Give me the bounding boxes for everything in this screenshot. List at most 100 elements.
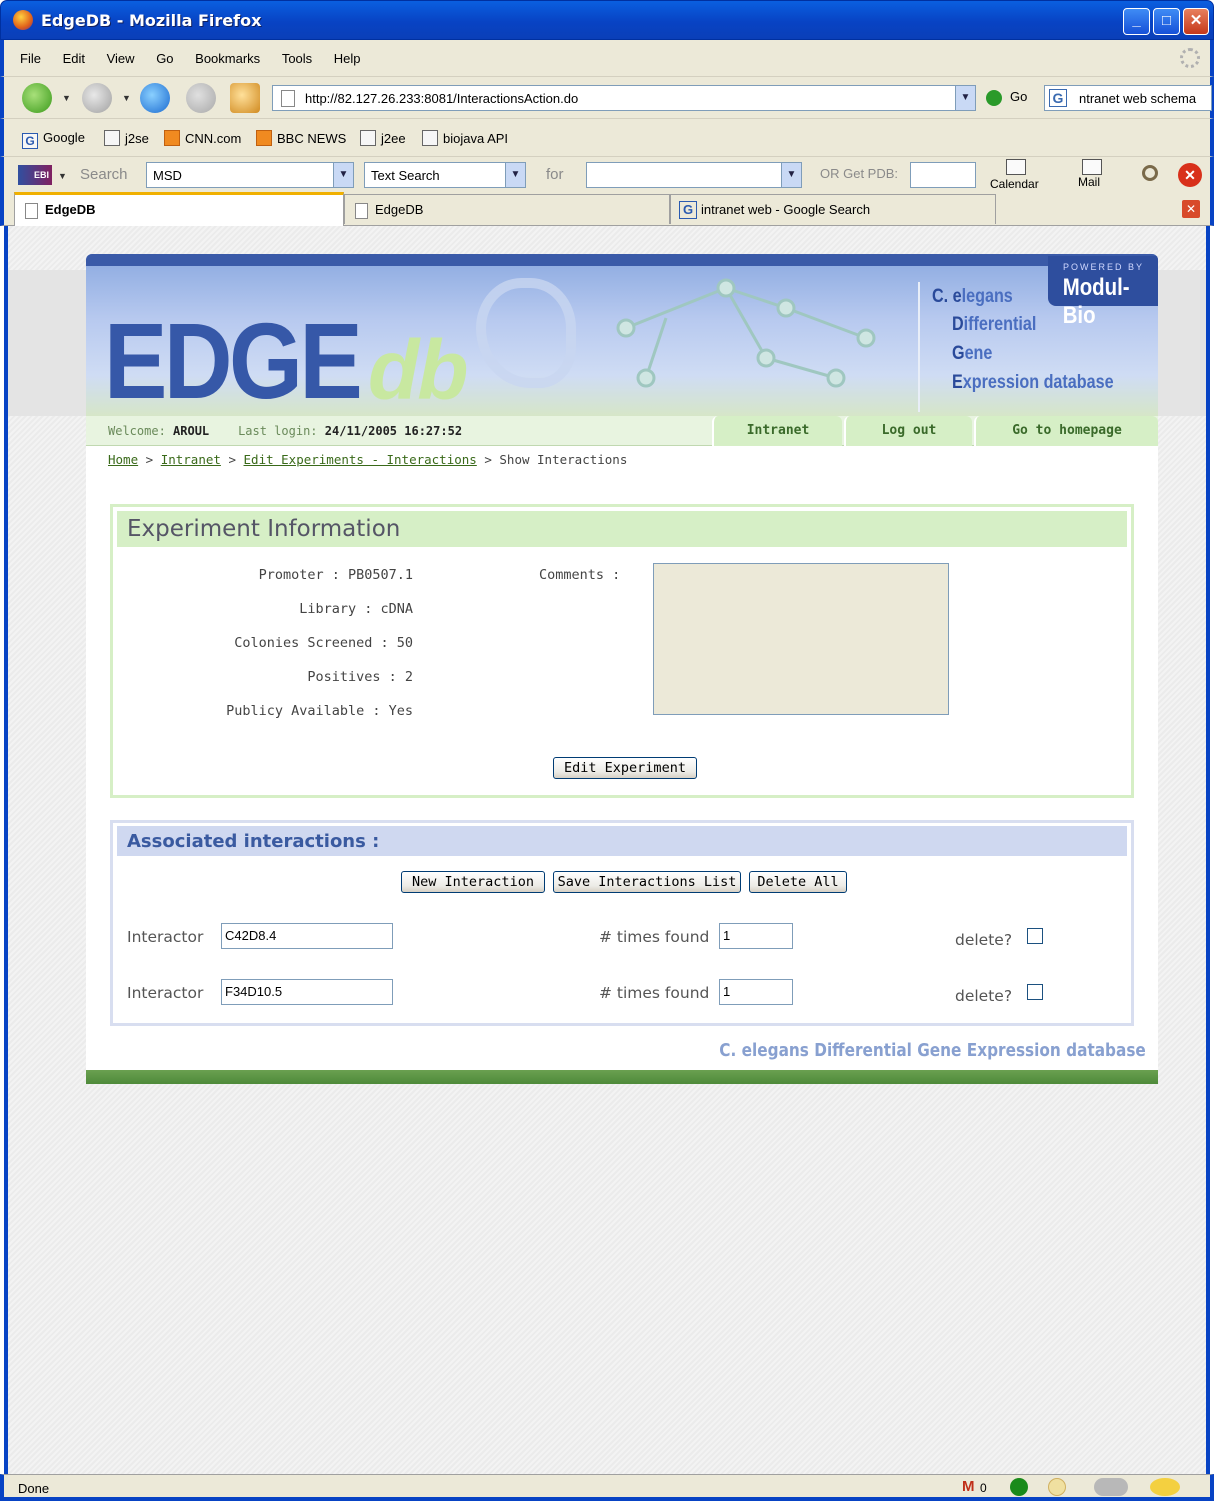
menu-go[interactable]: Go [156,51,173,66]
go-button[interactable]: Go [986,89,1027,106]
stop-icon[interactable] [186,83,216,113]
breadcrumb-edit-experiments[interactable]: Edit Experiments - Interactions [244,452,477,467]
interactor-label: Interactor [127,928,204,946]
acronym-rest: xpression database [962,372,1114,393]
weather-sun-icon[interactable] [1150,1478,1180,1496]
menu-tools[interactable]: Tools [282,51,312,66]
google-search-box[interactable]: G ntranet web schema [1044,85,1212,111]
times-found-label: # times found [599,984,710,1002]
menu-edit[interactable]: Edit [63,51,85,66]
tab-google-search[interactable]: G intranet web - Google Search [670,194,996,224]
acronym-initial: D [952,314,964,335]
interactions-heading: Associated interactions : [117,826,1127,856]
delete-checkbox[interactable] [1027,984,1043,1000]
powered-by-badge[interactable]: POWERED BY Modul-Bio [1048,256,1158,329]
url-bar[interactable]: http://82.127.26.233:8081/InteractionsAc… [272,85,976,111]
last-login-label: Last login: [238,424,318,438]
page-icon [422,130,438,146]
edit-experiment-button[interactable]: Edit Experiment [553,757,697,779]
menu-bookmarks[interactable]: Bookmarks [195,51,260,66]
reload-icon[interactable] [140,83,170,113]
url-dropdown-icon[interactable]: ▼ [955,86,975,110]
status-text: Done [18,1481,50,1496]
database-select[interactable]: MSD ▼ [146,162,354,188]
bookmark-google[interactable]: G Google [22,130,85,149]
page-icon [355,203,368,219]
throbber-icon [1180,48,1200,68]
forward-icon[interactable] [82,83,112,113]
search-type-select[interactable]: Text Search ▼ [364,162,526,188]
ebi-logo-icon[interactable]: EBI [18,165,52,185]
bookmark-bbc[interactable]: BBC NEWS [256,130,346,146]
comments-textarea[interactable] [653,563,949,715]
times-found-label: # times found [599,928,710,946]
close-toolbar-icon[interactable]: ✕ [1178,163,1202,187]
for-input[interactable]: ▼ [586,162,802,188]
new-interaction-button[interactable]: New Interaction [401,871,545,893]
acronym-line-3: Gene [952,343,992,365]
home-icon[interactable] [230,83,260,113]
experiment-info-panel: Experiment Information Promoter : PB0507… [110,504,1134,798]
bookmark-j2se[interactable]: j2se [104,130,149,146]
times-found-input[interactable]: 1 [719,979,793,1005]
calendar-icon [1006,159,1026,175]
page-icon [281,90,295,107]
welcome-text: Welcome: AROUL Last login: 24/11/2005 16… [108,424,462,438]
rss-icon [164,130,180,146]
nav-logout-link[interactable]: Log out [844,416,972,446]
delete-checkbox[interactable] [1027,928,1043,944]
google-search-text: ntranet web schema [1079,91,1197,106]
status-bar: Done M 0 [0,1474,1214,1501]
times-found-input[interactable]: 1 [719,923,793,949]
navigation-toolbar: ▼ ▼ http://82.127.26.233:8081/Interactio… [0,76,1214,118]
user-name: AROUL [173,424,210,438]
bookmark-label: Google [43,130,85,145]
minimize-button[interactable]: _ [1123,8,1150,35]
back-icon[interactable] [22,83,52,113]
page-viewport: EDGE db POWERED BY Modul-Bio C. elegans … [4,226,1210,1474]
interactor-input[interactable]: C42D8.4 [221,923,393,949]
status-green-icon[interactable] [1010,1478,1028,1496]
modul-bio-logo: Modul-Bio [1062,274,1130,329]
ebi-dropdown-icon[interactable]: ▼ [58,171,67,181]
pdb-input[interactable] [910,162,976,188]
weather-cloud-icon[interactable] [1094,1478,1128,1496]
menu-help[interactable]: Help [334,51,361,66]
menu-bar: File Edit View Go Bookmarks Tools Help [0,40,1214,76]
close-tab-icon[interactable]: ✕ [1182,200,1200,218]
gmail-icon[interactable]: M [962,1478,975,1496]
forward-dropdown-icon[interactable]: ▼ [122,93,131,103]
back-dropdown-icon[interactable]: ▼ [62,93,71,103]
menu-view[interactable]: View [107,51,135,66]
google-icon: G [22,133,38,149]
page-icon [360,130,376,146]
search-type-value: Text Search [371,168,440,183]
bookmark-j2ee[interactable]: j2ee [360,130,406,146]
tab-edgedb-active[interactable]: EdgeDB [14,192,344,226]
firefox-icon [13,10,33,30]
for-label: for [546,166,564,183]
comments-label: Comments : [539,567,621,583]
maximize-button[interactable]: □ [1153,8,1180,35]
bookmark-cnn[interactable]: CNN.com [164,130,241,146]
nav-intranet-link[interactable]: Intranet [712,416,842,446]
tab-edgedb[interactable]: EdgeDB [344,194,670,224]
edge-logo-text: EDGE [104,300,363,421]
delete-all-button[interactable]: Delete All [749,871,847,893]
menu-file[interactable]: File [20,51,41,66]
save-interactions-button[interactable]: Save Interactions List [553,871,741,893]
page-icon [25,203,38,219]
breadcrumb-intranet[interactable]: Intranet [161,452,221,467]
interactor-input[interactable]: F34D10.5 [221,979,393,1005]
welcome-label: Welcome: [108,424,166,438]
acronym-rest: ifferential [963,314,1037,335]
go-label: Go [1010,89,1028,104]
bookmark-biojava[interactable]: biojava API [422,130,508,146]
close-window-button[interactable]: ✕ [1183,8,1209,35]
status-moon-icon[interactable] [1048,1478,1066,1496]
welcome-bar: Welcome: AROUL Last login: 24/11/2005 16… [86,416,1158,446]
calendar-label: Calendar [990,177,1039,191]
magnifier-icon[interactable] [1142,165,1158,181]
breadcrumb-home[interactable]: Home [108,452,138,467]
nav-homepage-link[interactable]: Go to homepage [974,416,1158,446]
